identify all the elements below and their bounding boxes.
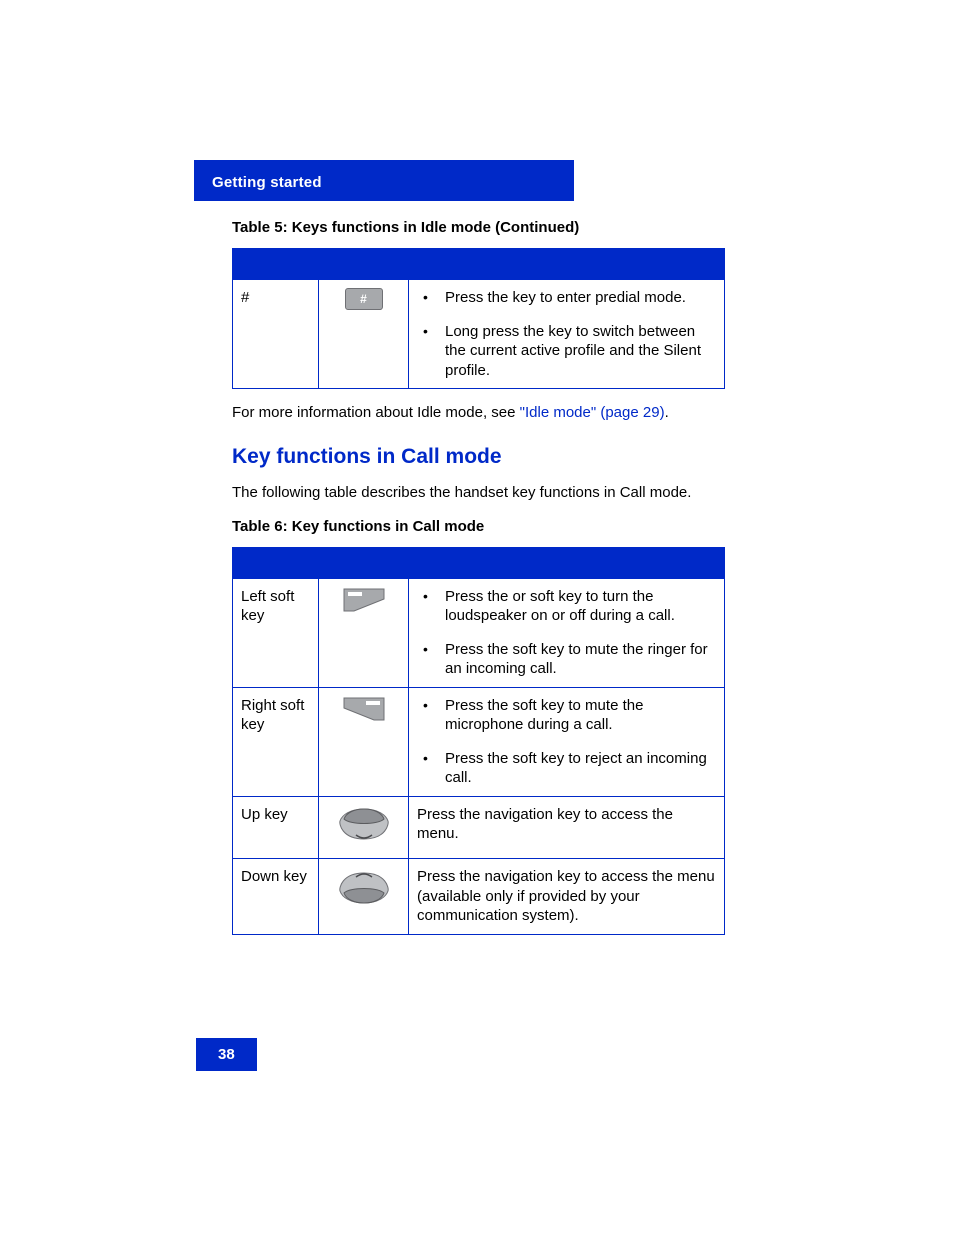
table5-caption: Table 5: Keys functions in Idle mode (Co…: [232, 219, 734, 236]
more-info-paragraph: For more information about Idle mode, se…: [232, 403, 734, 423]
text: .: [665, 404, 669, 421]
table-row: Up key Press the navigation key to acces…: [233, 796, 725, 859]
key-icon-cell: [319, 796, 409, 859]
left-softkey-icon: [342, 587, 386, 613]
desc-item: Press the or soft key to turn the loudsp…: [417, 587, 716, 626]
key-name: #: [233, 280, 319, 389]
key-icon-cell: [319, 859, 409, 935]
key-name: Up key: [233, 796, 319, 859]
table6-caption: Table 6: Key functions in Call mode: [232, 518, 734, 535]
key-name: Down key: [233, 859, 319, 935]
key-description: Press the navigation key to access the m…: [409, 859, 725, 935]
key-description: Press the key to enter predial mode. Lon…: [409, 280, 725, 389]
key-icon-cell: [319, 687, 409, 796]
page-number: 38: [196, 1038, 257, 1071]
key-icon-cell: [319, 578, 409, 687]
table-row: # # Press the key to enter predial mode.…: [233, 280, 725, 389]
key-description: Press the or soft key to turn the loudsp…: [409, 578, 725, 687]
desc-item: Press the soft key to reject an incoming…: [417, 749, 716, 788]
key-icon-cell: #: [319, 280, 409, 389]
table6: Left soft key Press the or soft key to t…: [232, 547, 725, 935]
hash-key-icon: #: [345, 288, 383, 310]
down-nav-icon: [336, 867, 392, 907]
desc-item: Press the navigation key to access the m…: [417, 867, 716, 926]
section-header: Getting started: [194, 160, 574, 201]
key-description: Press the navigation key to access the m…: [409, 796, 725, 859]
desc-item: Press the key to enter predial mode.: [417, 288, 716, 308]
key-description: Press the soft key to mute the microphon…: [409, 687, 725, 796]
desc-item: Press the navigation key to access the m…: [417, 805, 716, 844]
page: Getting started Table 5: Keys functions …: [0, 0, 954, 1235]
table5: # # Press the key to enter predial mode.…: [232, 248, 725, 389]
section-heading: Key functions in Call mode: [232, 445, 734, 469]
table-row: Right soft key Press the soft key to mut…: [233, 687, 725, 796]
intro-paragraph: The following table describes the handse…: [232, 483, 734, 503]
desc-item: Long press the key to switch between the…: [417, 322, 716, 381]
right-softkey-icon: [342, 696, 386, 722]
desc-item: Press the soft key to mute the microphon…: [417, 696, 716, 735]
text: For more information about Idle mode, se…: [232, 404, 520, 421]
table-row: Left soft key Press the or soft key to t…: [233, 578, 725, 687]
key-name: Right soft key: [233, 687, 319, 796]
key-name: Left soft key: [233, 578, 319, 687]
up-nav-icon: [336, 805, 392, 845]
desc-item: Press the soft key to mute the ringer fo…: [417, 640, 716, 679]
table-row: Down key Press the navigation key to acc…: [233, 859, 725, 935]
idle-mode-link[interactable]: "Idle mode" (page 29): [520, 404, 665, 421]
